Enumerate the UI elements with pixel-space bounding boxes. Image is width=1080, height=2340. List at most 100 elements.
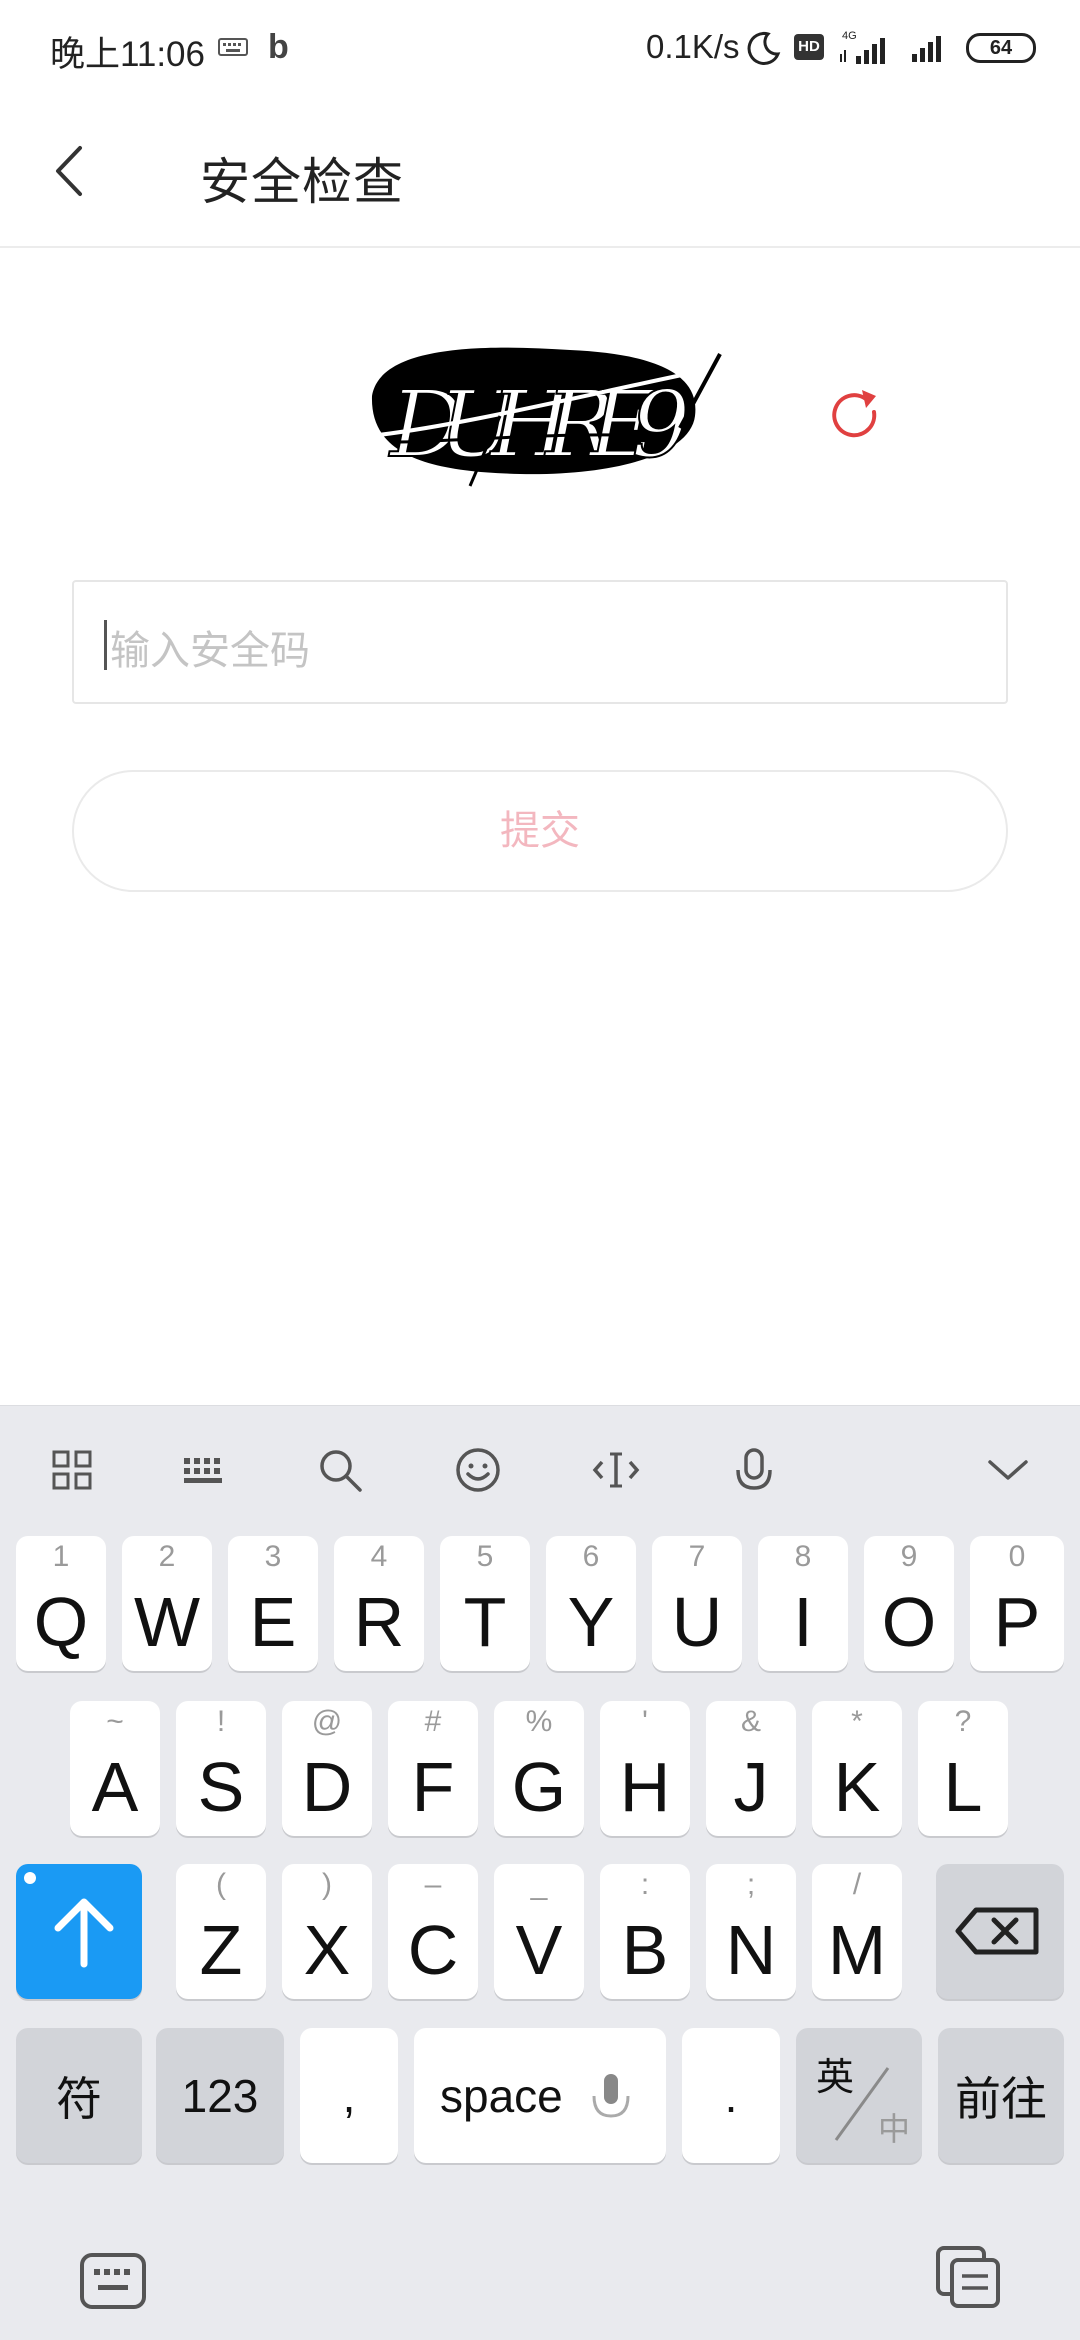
period-key[interactable]: . xyxy=(682,2028,780,2163)
key-hint: ; xyxy=(746,1868,756,1901)
key-d[interactable]: @ D xyxy=(282,1701,372,1836)
key-c[interactable]: – C xyxy=(388,1864,478,1999)
language-switch-key[interactable]: 英 中 xyxy=(796,2028,922,2163)
refresh-captcha-icon[interactable] xyxy=(826,386,886,446)
key-label: M xyxy=(827,1911,887,1989)
key-r[interactable]: 4 R xyxy=(334,1536,424,1671)
key-label: I xyxy=(793,1583,813,1661)
switch-keyboard-icon[interactable] xyxy=(78,2249,148,2313)
key-h[interactable]: ' H xyxy=(600,1701,690,1836)
space-key[interactable]: space xyxy=(414,2028,666,2163)
key-hint: ? xyxy=(954,1705,972,1738)
go-key[interactable]: 前往 xyxy=(938,2028,1064,2163)
key-hint: ~ xyxy=(106,1705,124,1738)
network-type: 4G xyxy=(842,30,857,42)
key-b[interactable]: : B xyxy=(600,1864,690,1999)
key-k[interactable]: * K xyxy=(812,1701,902,1836)
key-hint: 1 xyxy=(52,1540,70,1573)
key-label: N xyxy=(725,1911,777,1989)
key-y[interactable]: 6 Y xyxy=(546,1536,636,1671)
key-g[interactable]: % G xyxy=(494,1701,584,1836)
clipboard-icon[interactable] xyxy=(934,2244,1004,2308)
microphone-icon[interactable] xyxy=(730,1446,778,1494)
key-m[interactable]: / M xyxy=(812,1864,902,1999)
submit-button[interactable]: 提交 xyxy=(72,770,1008,892)
key-label: G xyxy=(511,1748,567,1826)
app-notification-icon: b xyxy=(268,28,289,66)
key-x[interactable]: ) X xyxy=(282,1864,372,1999)
key-label: C xyxy=(407,1911,459,1989)
key-j[interactable]: & J xyxy=(706,1701,796,1836)
key-hint: 3 xyxy=(264,1540,282,1573)
key-v[interactable]: _ V xyxy=(494,1864,584,1999)
cell-signal-icon: 4G xyxy=(840,30,885,64)
cell-signal-2-icon xyxy=(912,36,941,62)
keyboard-layout-icon[interactable] xyxy=(180,1446,228,1494)
key-label: K xyxy=(833,1748,881,1826)
key-label: X xyxy=(303,1911,351,1989)
soft-keyboard: 1 Q 2 W 3 E 4 R 5 T 6 Y 7 U 8 I 9 O 0 P … xyxy=(0,1405,1080,2340)
key-f[interactable]: # F xyxy=(388,1701,478,1836)
key-label: U xyxy=(671,1583,723,1661)
status-bar: 晚上11:06 b 0.1K/s HD 4G 64 xyxy=(0,0,1080,96)
back-arrow-icon[interactable] xyxy=(40,136,100,206)
key-z[interactable]: ( Z xyxy=(176,1864,266,1999)
key-n[interactable]: ; N xyxy=(706,1864,796,1999)
key-u[interactable]: 7 U xyxy=(652,1536,742,1671)
key-label: 符 xyxy=(56,2072,102,2125)
key-label: S xyxy=(197,1748,245,1826)
key-label: H xyxy=(619,1748,671,1826)
key-label: 123 xyxy=(181,2069,259,2122)
key-t[interactable]: 5 T xyxy=(440,1536,530,1671)
key-label: A xyxy=(91,1748,139,1826)
key-hint: * xyxy=(851,1705,863,1738)
key-hint: _ xyxy=(530,1868,548,1901)
key-a[interactable]: ~ A xyxy=(70,1701,160,1836)
numbers-key[interactable]: 123 xyxy=(156,2028,284,2163)
text-cursor xyxy=(104,620,107,670)
key-label: V xyxy=(515,1911,563,1989)
key-hint: # xyxy=(424,1705,442,1738)
search-icon[interactable] xyxy=(316,1446,364,1494)
key-o[interactable]: 9 O xyxy=(864,1536,954,1671)
key-label: R xyxy=(353,1583,405,1661)
collapse-keyboard-icon[interactable] xyxy=(984,1446,1032,1494)
cursor-control-icon[interactable] xyxy=(592,1446,640,1494)
key-label: F xyxy=(411,1748,455,1826)
key-hint: 7 xyxy=(688,1540,706,1573)
comma-key[interactable]: , xyxy=(300,2028,398,2163)
key-hint: / xyxy=(852,1868,862,1901)
keyboard-toolbar xyxy=(0,1406,1080,1536)
key-p[interactable]: 0 P xyxy=(970,1536,1064,1671)
key-label: Q xyxy=(33,1583,89,1661)
security-code-input[interactable]: 输入安全码 xyxy=(72,580,1008,704)
key-w[interactable]: 2 W xyxy=(122,1536,212,1671)
symbols-key[interactable]: 符 xyxy=(16,2028,142,2163)
page-title: 安全检查 xyxy=(200,154,404,210)
key-hint: 5 xyxy=(476,1540,494,1573)
key-s[interactable]: ! S xyxy=(176,1701,266,1836)
key-hint: ) xyxy=(322,1868,332,1901)
key-label: P xyxy=(993,1583,1041,1661)
key-l[interactable]: ? L xyxy=(918,1701,1008,1836)
space-mic-icon xyxy=(592,2074,630,2118)
key-label: D xyxy=(301,1748,353,1826)
captcha-text: DUHRE9 xyxy=(388,371,690,478)
key-q[interactable]: 1 Q xyxy=(16,1536,106,1671)
do-not-disturb-icon xyxy=(747,31,781,65)
key-hint: 6 xyxy=(582,1540,600,1573)
key-i[interactable]: 8 I xyxy=(758,1536,848,1671)
key-hint: 8 xyxy=(794,1540,812,1573)
key-hint: & xyxy=(740,1705,761,1738)
hd-badge: HD xyxy=(794,34,824,60)
key-hint: 4 xyxy=(370,1540,388,1573)
backspace-key[interactable] xyxy=(936,1864,1064,1999)
shift-arrow-icon xyxy=(24,1872,114,1968)
emoji-icon[interactable] xyxy=(454,1446,502,1494)
key-label: J xyxy=(733,1748,769,1826)
input-placeholder: 输入安全码 xyxy=(110,628,310,674)
key-hint: ! xyxy=(216,1705,226,1738)
apps-grid-icon[interactable] xyxy=(48,1446,96,1494)
key-e[interactable]: 3 E xyxy=(228,1536,318,1671)
shift-key[interactable] xyxy=(16,1864,142,1999)
